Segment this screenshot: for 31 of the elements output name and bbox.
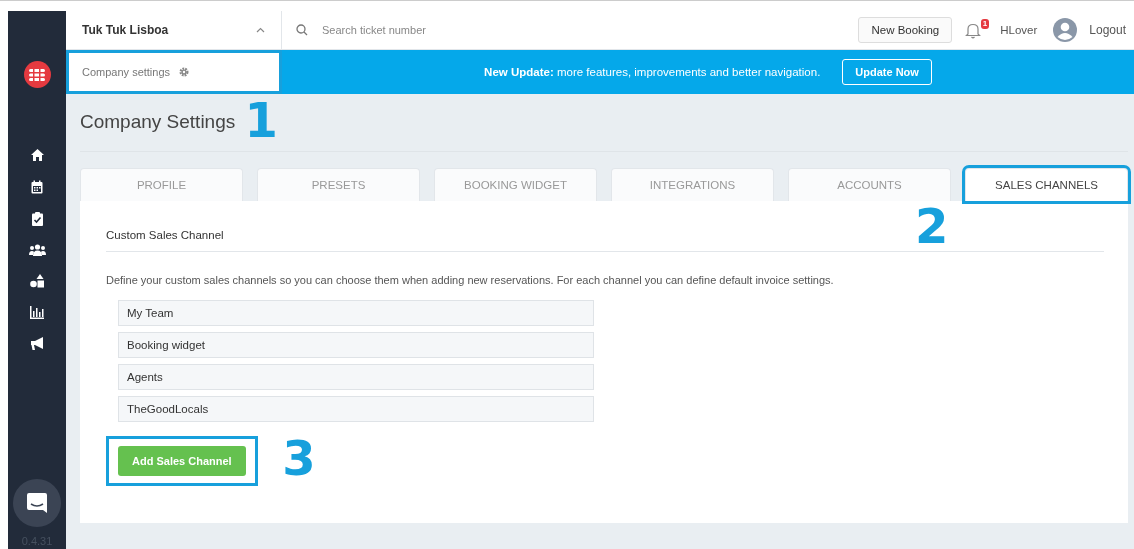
search-field[interactable]: Search ticket number bbox=[320, 23, 859, 37]
shapes-icon[interactable] bbox=[30, 274, 44, 288]
calendar-icon[interactable] bbox=[31, 180, 43, 194]
company-settings-link[interactable]: Company settings bbox=[66, 50, 282, 94]
section-description: Define your custom sales channels so you can choose them when adding new reservations. For each channel you can define default invoice settings. bbox=[106, 274, 835, 286]
megaphone-icon[interactable] bbox=[29, 337, 45, 351]
search-icon bbox=[296, 24, 308, 36]
notification-bell-icon[interactable] bbox=[964, 21, 983, 39]
home-icon[interactable] bbox=[29, 148, 45, 162]
company-settings-label: Company settings bbox=[82, 66, 171, 78]
channel-input-field[interactable]: Agents bbox=[118, 364, 594, 390]
channel-input-field[interactable]: TheGoodLocals bbox=[118, 396, 594, 422]
gear-icon bbox=[178, 66, 191, 78]
users-icon[interactable] bbox=[28, 244, 46, 256]
new-booking-button[interactable]: New Booking bbox=[858, 17, 953, 43]
notification-count: 1 bbox=[980, 19, 990, 29]
avatar-icon[interactable] bbox=[1053, 18, 1078, 42]
company-selector[interactable]: Tuk Tuk Lisboa bbox=[66, 11, 282, 49]
tab[interactable]: SALES CHANNELS bbox=[965, 168, 1128, 201]
logout-link[interactable]: Logout bbox=[1089, 23, 1126, 37]
user-name[interactable]: HLover bbox=[1000, 24, 1038, 36]
chat-icon[interactable] bbox=[13, 479, 61, 527]
bar-chart-icon[interactable] bbox=[30, 306, 44, 319]
callout-number: 3 bbox=[282, 434, 316, 482]
banner-text: New Update: more features, improvements and better navigation. bbox=[484, 66, 821, 78]
channel-input-field[interactable]: Booking widget bbox=[118, 332, 594, 358]
callout-number: 1 bbox=[244, 96, 278, 144]
logo-icon[interactable] bbox=[23, 61, 51, 88]
clipboard-check-icon[interactable] bbox=[31, 212, 43, 226]
channel-input-field[interactable]: My Team bbox=[118, 300, 594, 326]
chevron-up-icon bbox=[256, 27, 265, 33]
